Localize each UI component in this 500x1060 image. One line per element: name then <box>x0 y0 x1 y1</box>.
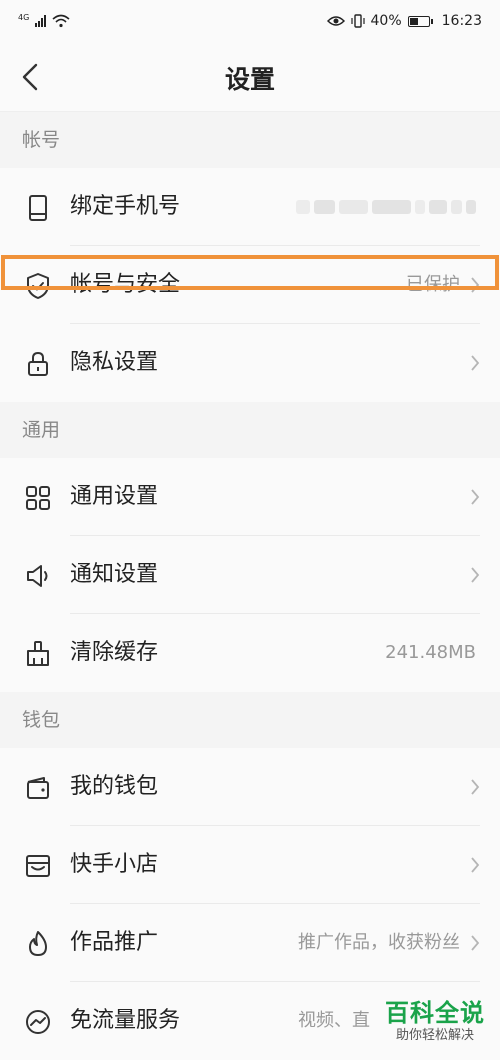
cache-size: 241.48MB <box>385 642 476 663</box>
row-shop[interactable]: 快手小店 <box>0 826 500 904</box>
wifi-icon <box>52 14 70 28</box>
network-label: 4G <box>18 12 30 22</box>
chevron-right-icon <box>471 355 480 371</box>
chevron-right-icon <box>471 779 480 795</box>
row-label: 隐私设置 <box>70 350 159 375</box>
row-general-settings[interactable]: 通用设置 <box>0 458 500 536</box>
phone-icon <box>29 195 47 221</box>
status-bar: 4G 40% 16:23 <box>0 0 500 42</box>
status-right: 40% 16:23 <box>326 13 482 29</box>
row-my-wallet[interactable]: 我的钱包 <box>0 748 500 826</box>
watermark-main: 百科全说 <box>385 999 485 1027</box>
battery-icon <box>407 15 433 27</box>
trend-icon <box>26 1010 50 1034</box>
section-header-wallet: 钱包 <box>0 692 500 748</box>
row-value: 已保护 <box>406 274 460 295</box>
row-label: 我的钱包 <box>70 774 159 799</box>
chevron-right-icon <box>471 857 480 873</box>
clock: 16:23 <box>441 13 482 29</box>
row-label: 快手小店 <box>70 852 159 877</box>
row-label: 作品推广 <box>70 930 159 955</box>
watermark-logo: 百科全说 助你轻松解决 <box>376 999 494 1051</box>
battery-percent: 40% <box>370 13 402 29</box>
shield-icon <box>27 273 49 299</box>
row-account-security[interactable]: 帐号与安全 已保护 <box>0 246 500 324</box>
row-label: 免流量服务 <box>70 1008 181 1033</box>
page-title: 设置 <box>224 65 275 94</box>
speaker-icon <box>27 565 48 587</box>
chevron-right-icon <box>471 277 480 293</box>
row-privacy[interactable]: 隐私设置 <box>0 324 500 402</box>
chevron-right-icon <box>471 935 480 951</box>
row-notification[interactable]: 通知设置 <box>0 536 500 614</box>
section-header-general: 通用 <box>0 402 500 458</box>
watermark-sub: 助你轻松解决 <box>395 1028 474 1043</box>
phone-number-blurred <box>296 197 476 217</box>
lock-icon <box>28 351 48 376</box>
row-value: 视频、直 <box>298 1010 370 1031</box>
row-bind-phone[interactable]: 绑定手机号 <box>0 168 500 246</box>
section-header-account: 帐号 <box>0 112 500 168</box>
status-left: 4G <box>18 12 70 28</box>
row-clear-cache[interactable]: 清除缓存 241.48MB <box>0 614 500 692</box>
chevron-right-icon <box>471 489 480 505</box>
row-label: 绑定手机号 <box>70 194 181 219</box>
row-label: 帐号与安全 <box>70 272 181 297</box>
row-label: 通用设置 <box>70 484 159 509</box>
broom-icon <box>27 641 49 666</box>
nav-header: 设置 <box>0 42 500 112</box>
grid-icon <box>26 486 50 510</box>
chevron-right-icon <box>471 567 480 583</box>
eye-icon <box>326 16 345 26</box>
signal-icon <box>35 15 47 27</box>
row-value: 推广作品，收获粉丝 <box>298 932 460 953</box>
row-promotion[interactable]: 作品推广 推广作品，收获粉丝 <box>0 904 500 982</box>
store-icon <box>26 855 50 877</box>
wallet-icon <box>27 777 49 799</box>
vibrate-icon <box>350 14 365 28</box>
flame-icon <box>29 931 47 956</box>
row-label: 通知设置 <box>70 562 159 587</box>
row-label: 清除缓存 <box>70 640 159 665</box>
